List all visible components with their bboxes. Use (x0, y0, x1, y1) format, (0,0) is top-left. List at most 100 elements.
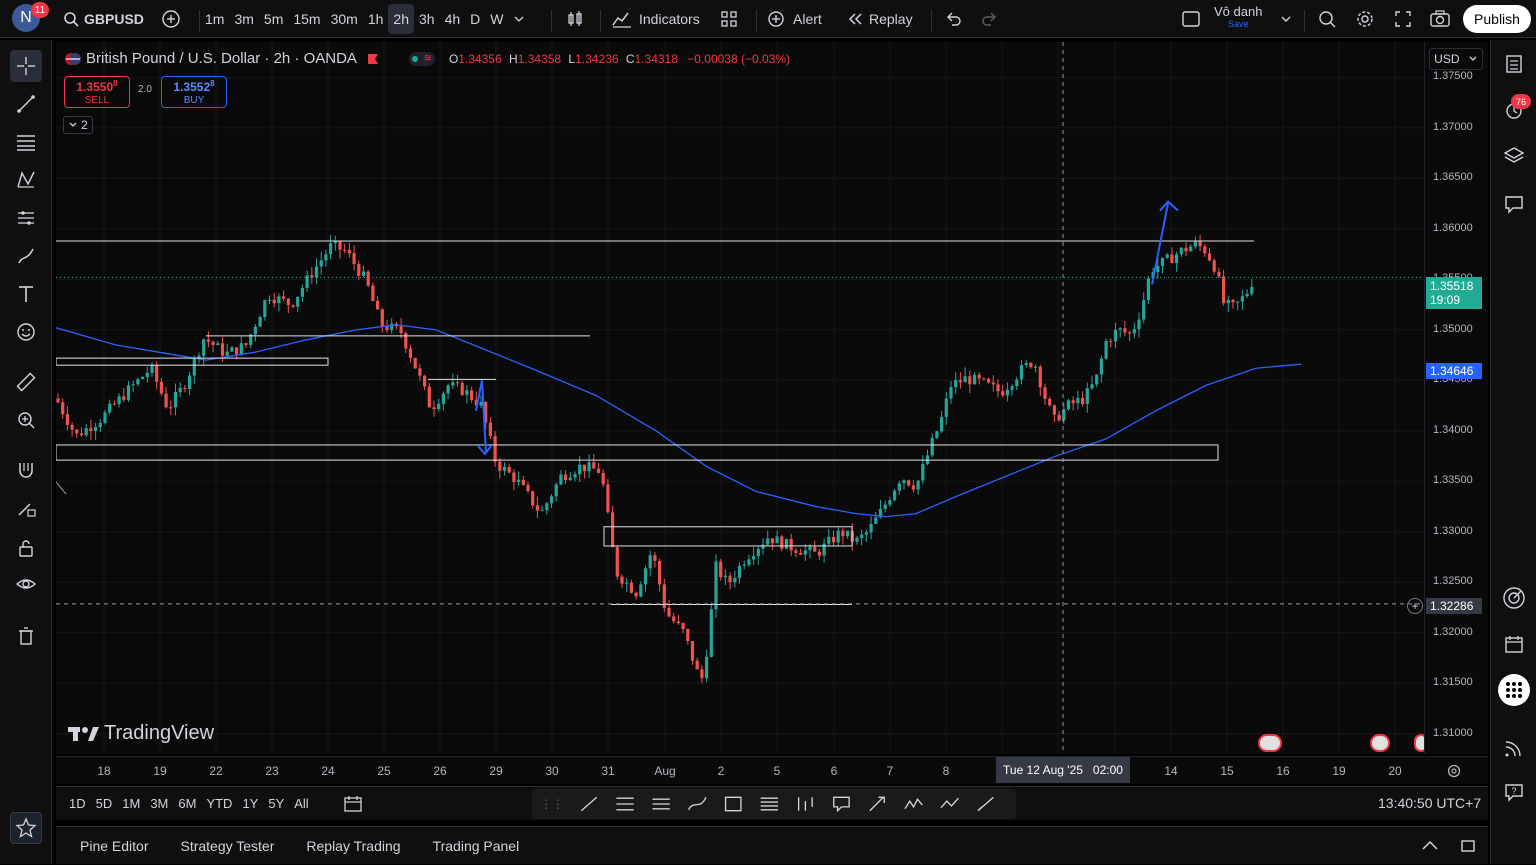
interval-menu-button[interactable] (508, 4, 530, 34)
calendar-button[interactable] (1498, 628, 1530, 660)
wave-icon[interactable] (904, 797, 923, 810)
range-6m[interactable]: 6M (173, 793, 201, 815)
interval-15m[interactable]: 15m (288, 4, 325, 34)
screener-button[interactable] (1498, 582, 1530, 614)
text-tool[interactable] (10, 278, 42, 310)
interval-4h[interactable]: 4h (440, 4, 466, 34)
hide-drawings-tool[interactable] (10, 568, 42, 600)
economic-event-icon[interactable] (1414, 734, 1424, 752)
help-button[interactable]: ? (1498, 776, 1530, 808)
indicators-collapse-button[interactable]: 2 (63, 116, 93, 134)
maximize-panel-button[interactable] (1458, 837, 1478, 858)
crosshair-tool[interactable] (10, 50, 42, 82)
interval-1m[interactable]: 1m (200, 4, 229, 34)
panel-tab-replay-trading[interactable]: Replay Trading (290, 838, 416, 854)
tradingview-watermark[interactable]: TradingView (68, 722, 214, 745)
brush-tool[interactable] (10, 240, 42, 272)
lock-drawings-tool[interactable] (10, 532, 42, 564)
fib-icon[interactable] (616, 797, 634, 811)
zoom-tool[interactable] (10, 404, 42, 436)
range-1d[interactable]: 1D (64, 793, 91, 815)
bars-pattern-icon[interactable] (797, 797, 813, 811)
indicators-button[interactable]: Indicators (606, 4, 705, 34)
alert-button[interactable]: Alert (760, 4, 827, 34)
economic-event-icon[interactable] (1370, 734, 1390, 752)
favorites-tool[interactable] (10, 812, 42, 844)
interval-2h[interactable]: 2h (388, 4, 414, 34)
brush-icon[interactable] (687, 796, 707, 811)
remove-drawings-tool[interactable] (10, 620, 42, 652)
fib-tool[interactable] (10, 126, 42, 158)
drawing-mode-tool[interactable] (10, 492, 42, 524)
price-chart[interactable] (56, 42, 1424, 754)
range-ytd[interactable]: YTD (201, 793, 237, 815)
layout-name-button[interactable]: Vô danh Save (1214, 5, 1262, 30)
products-button[interactable] (1498, 674, 1530, 706)
interval-W[interactable]: W (485, 4, 508, 34)
chart-pane[interactable]: British Pound / U.S. Dollar · 2h · OANDA… (56, 42, 1424, 754)
range-all[interactable]: All (289, 793, 313, 815)
replay-button[interactable]: Replay (840, 4, 918, 34)
templates-button[interactable] (714, 4, 744, 34)
lines-icon[interactable] (760, 797, 778, 811)
interval-5m[interactable]: 5m (259, 4, 288, 34)
buy-button[interactable]: 1.35528 BUY (161, 76, 227, 108)
magnet-tool[interactable] (10, 454, 42, 486)
panel-tab-pine-editor[interactable]: Pine Editor (64, 838, 164, 854)
arrow-icon[interactable] (869, 796, 885, 812)
forecast-tool[interactable] (10, 202, 42, 234)
rectangle-icon[interactable] (724, 796, 742, 812)
compare-symbol-button[interactable] (156, 4, 186, 34)
range-5y[interactable]: 5Y (263, 793, 289, 815)
interval-3m[interactable]: 3m (229, 4, 258, 34)
layout-menu-button[interactable] (1274, 4, 1298, 34)
chats-button[interactable] (1498, 188, 1530, 220)
range-1y[interactable]: 1Y (237, 793, 263, 815)
timezone-settings-button[interactable] (1446, 763, 1462, 782)
interval-1h[interactable]: 1h (363, 4, 389, 34)
range-3m[interactable]: 3M (145, 793, 173, 815)
zigzag-icon[interactable] (940, 797, 959, 809)
price-scale[interactable]: USD 1.375001.370001.365001.360001.355001… (1407, 42, 1488, 754)
interval-D[interactable]: D (465, 4, 485, 34)
channel-icon[interactable] (652, 798, 670, 810)
drag-handle-icon[interactable]: ⋮⋮ (540, 797, 564, 811)
snapshot-button[interactable] (1424, 4, 1456, 34)
symbol-title[interactable]: British Pound / U.S. Dollar · 2h · OANDA (86, 50, 357, 67)
interval-30m[interactable]: 30m (326, 4, 363, 34)
clock[interactable]: 13:40:50 UTC+7 (1378, 795, 1481, 811)
flag-marker-icon[interactable] (367, 53, 379, 65)
pattern-tool[interactable] (10, 164, 42, 196)
favorite-tools-icons[interactable] (564, 789, 1016, 819)
economic-event-icon[interactable] (1258, 734, 1282, 752)
add-alert-at-price-icon[interactable]: + (1407, 598, 1423, 614)
time-scale[interactable]: 18 19 22 23 24 25 26 29 30 31 Aug 2 5 6 7 8 14 15 16 19 20 T… (56, 756, 1488, 784)
collapse-panel-button[interactable] (1420, 837, 1440, 858)
interval-3h[interactable]: 3h (414, 4, 440, 34)
redo-button[interactable] (975, 4, 1005, 34)
quick-search-button[interactable] (1312, 4, 1342, 34)
panel-tab-trading-panel[interactable]: Trading Panel (417, 838, 536, 854)
publish-button[interactable]: Publish (1463, 5, 1531, 33)
panel-tab-strategy-tester[interactable]: Strategy Tester (164, 838, 290, 854)
emoji-tool[interactable] (10, 316, 42, 348)
chart-type-button[interactable] (560, 4, 590, 34)
currency-select[interactable]: USD (1429, 48, 1483, 70)
goto-date-button[interactable] (342, 794, 364, 817)
signal-button[interactable] (1498, 732, 1530, 764)
range-1m[interactable]: 1M (117, 793, 145, 815)
fullscreen-button[interactable] (1388, 4, 1418, 34)
path-icon[interactable] (977, 796, 994, 812)
market-status-icons[interactable]: ≋ (408, 51, 435, 66)
trendline-tool[interactable] (10, 88, 42, 120)
range-5d[interactable]: 5D (91, 793, 118, 815)
symbol-search-button[interactable]: GBPUSD (58, 4, 149, 34)
undo-button[interactable] (938, 4, 968, 34)
trendline-icon[interactable] (580, 796, 598, 812)
measure-tool[interactable] (10, 366, 42, 398)
watchlist-button[interactable] (1498, 48, 1530, 80)
object-tree-button[interactable] (1498, 140, 1530, 172)
sell-button[interactable]: 1.35508 SELL (64, 76, 130, 108)
settings-button[interactable] (1350, 4, 1380, 34)
callout-icon[interactable] (833, 796, 850, 813)
